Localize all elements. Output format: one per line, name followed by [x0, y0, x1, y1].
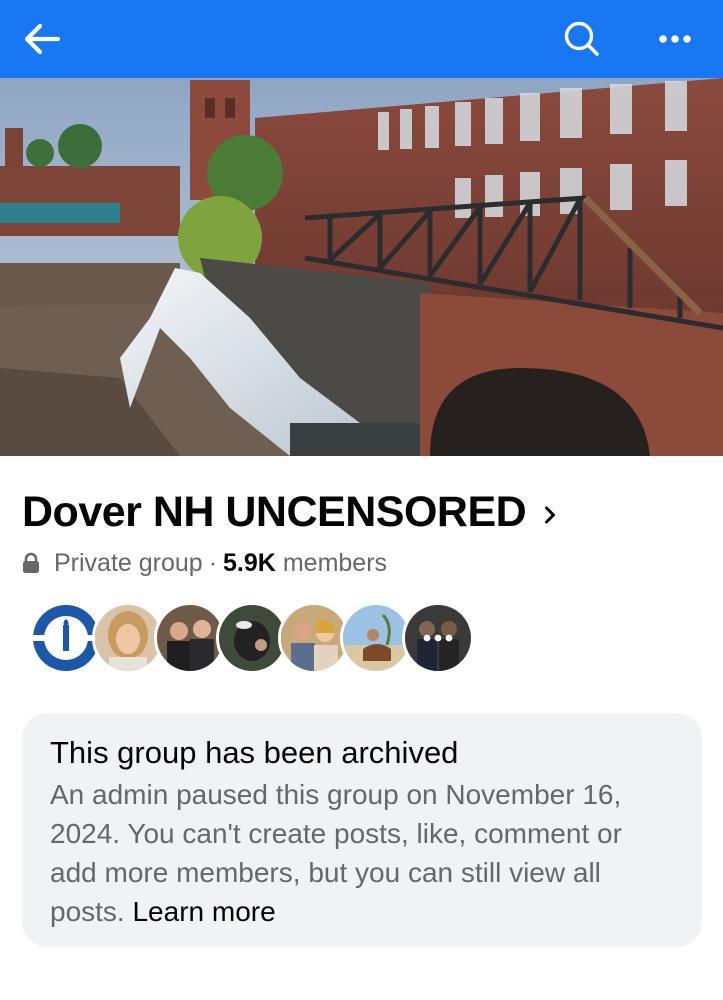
group-meta: Private group · 5.9K members: [22, 547, 387, 579]
group-title[interactable]: Dover NH UNCENSORED: [22, 486, 556, 538]
more-options-button[interactable]: [645, 0, 705, 78]
more-horizontal-icon: [423, 634, 453, 642]
member-avatars[interactable]: [30, 602, 474, 674]
member-count[interactable]: 5.9K: [223, 549, 276, 578]
arrow-left-icon: [24, 23, 61, 55]
member-avatar-7[interactable]: [402, 602, 474, 674]
group-name[interactable]: Dover NH UNCENSORED: [22, 488, 527, 537]
search-button[interactable]: [552, 0, 612, 78]
cover-photo-illustration: [0, 78, 723, 456]
more-horizontal-icon: [659, 35, 691, 43]
lock-icon: [22, 552, 42, 574]
archived-title: This group has been archived: [50, 735, 459, 770]
meta-separator: ·: [208, 548, 218, 577]
members-label[interactable]: members: [283, 549, 387, 578]
archived-notice: This group has been archived An admin pa…: [22, 713, 702, 947]
top-app-bar: [0, 0, 723, 78]
cover-photo[interactable]: [0, 78, 723, 456]
archived-body: An admin paused this group on November 1…: [50, 775, 674, 931]
learn-more-link[interactable]: Learn more: [132, 896, 275, 927]
back-button[interactable]: [12, 0, 72, 78]
search-icon: [564, 21, 599, 56]
privacy-label: Private group: [54, 548, 203, 577]
chevron-right-icon[interactable]: [544, 505, 556, 525]
